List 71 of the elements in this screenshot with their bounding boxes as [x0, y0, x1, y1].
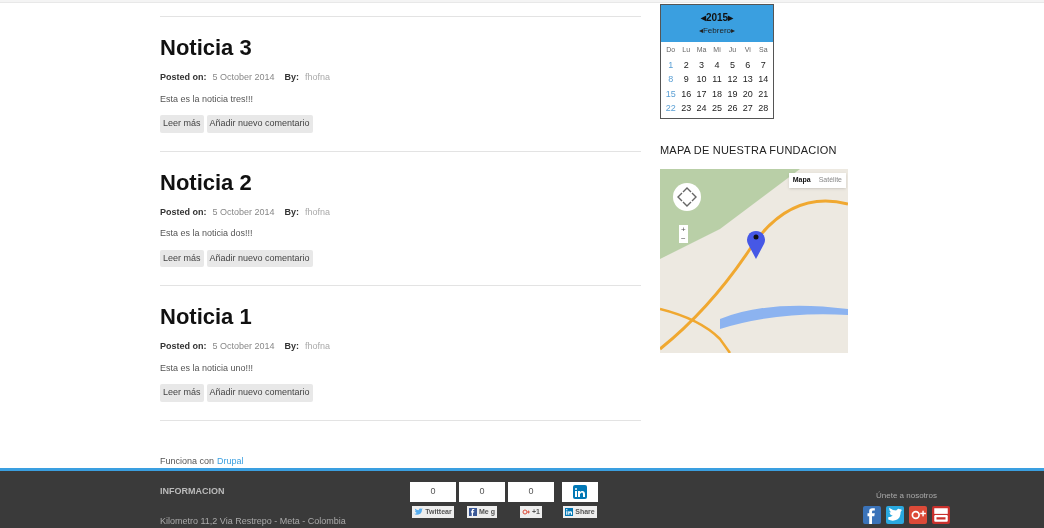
article-link[interactable]: Añadir nuevo comentario: [206, 115, 313, 133]
by-label: By:: [284, 71, 300, 84]
article-body: Esta es la noticia uno!!!: [160, 361, 255, 375]
share-count: 0: [508, 482, 554, 502]
join-text: Únete a nosotros: [876, 490, 937, 502]
posted-label: Posted on:: [160, 205, 207, 219]
next-month-button[interactable]: ▸: [731, 25, 735, 37]
calendar-year: 2015: [705, 11, 729, 25]
facebook-icon[interactable]: [863, 506, 881, 524]
google-plus-icon: [522, 508, 530, 516]
zoom-out-button[interactable]: −: [679, 234, 688, 243]
by-label: By:: [284, 340, 300, 353]
posted-label: Posted on:: [160, 340, 207, 353]
zoom-in-button[interactable]: +: [679, 225, 688, 234]
calendar-month: Febrero: [703, 25, 731, 37]
article-link[interactable]: Añadir nuevo comentario: [206, 384, 313, 402]
calendar-day[interactable]: 12: [724, 73, 741, 87]
share-count: 0: [459, 482, 505, 502]
footer-heading: INFORMACION: [160, 485, 226, 498]
article-body: Esta es la noticia dos!!!: [160, 227, 254, 240]
post-date: 5 October 2014: [212, 71, 275, 84]
calendar-day[interactable]: 7: [755, 58, 771, 72]
footer-address: Kilometro 11,2 Via Restrepo - Meta - Colombia: [160, 514, 347, 528]
prev-year-button[interactable]: ◂: [700, 10, 706, 25]
google-plus-icon[interactable]: [909, 506, 927, 524]
calendar-day[interactable]: 17: [693, 87, 710, 101]
calendar-day[interactable]: 24: [693, 102, 710, 116]
article-link[interactable]: Leer más: [160, 249, 204, 267]
article-link[interactable]: Leer más: [160, 115, 204, 133]
map-pin-icon: [746, 229, 766, 259]
calendar-day[interactable]: 19: [724, 87, 741, 101]
article-title[interactable]: Noticia 1: [160, 304, 641, 330]
calendar-day[interactable]: 6: [740, 58, 756, 72]
bird-icon: [414, 508, 424, 516]
bird-icon[interactable]: [886, 506, 904, 524]
in-logo-icon: [573, 485, 587, 499]
prev-month-button[interactable]: ◂: [699, 25, 703, 37]
map-title: MAPA DE NUESTRA FUNDACION: [660, 142, 838, 158]
calendar-day[interactable]: 10: [693, 73, 710, 87]
calendar-day[interactable]: 21: [755, 87, 771, 101]
powered-text: Funciona con: [160, 454, 215, 468]
calendar-day[interactable]: 25: [709, 102, 725, 116]
calendar-day[interactable]: 23: [678, 102, 694, 116]
by-label: By:: [284, 205, 300, 219]
article-body: Esta es la noticia tres!!!: [160, 92, 255, 106]
calendar-day[interactable]: 28: [755, 102, 771, 116]
calendar-day[interactable]: 27: [740, 102, 756, 116]
next-year-button[interactable]: ▸: [728, 10, 734, 25]
post-date: 5 October 2014: [212, 340, 275, 353]
calendar-day[interactable]: 18: [709, 87, 725, 101]
calendar-day[interactable]: 9: [678, 73, 694, 87]
calendar-day[interactable]: 13: [740, 73, 756, 87]
calendar-day[interactable]: 11: [709, 73, 725, 87]
posted-label: Posted on:: [160, 71, 207, 84]
post-date: 5 October 2014: [212, 205, 275, 219]
article-title[interactable]: Noticia 3: [160, 35, 641, 61]
calendar-day[interactable]: 20: [740, 87, 756, 101]
share-count: 0: [410, 482, 456, 502]
calendar-day[interactable]: 26: [724, 102, 741, 116]
linkedin-icon: [565, 508, 574, 516]
facebook-icon: [469, 508, 477, 516]
article-title[interactable]: Noticia 2: [160, 169, 641, 196]
pan-control-icon[interactable]: [672, 182, 702, 212]
calendar-day[interactable]: 14: [755, 73, 771, 87]
calendar-day[interactable]: 2: [678, 58, 694, 72]
article-link[interactable]: Añadir nuevo comentario: [206, 249, 313, 267]
calendar-day[interactable]: 5: [724, 58, 741, 72]
calendar-day[interactable]: 4: [709, 58, 725, 72]
calendar-day[interactable]: 3: [693, 58, 710, 72]
article-link[interactable]: Leer más: [160, 384, 204, 402]
calendar-day[interactable]: 16: [678, 87, 694, 101]
